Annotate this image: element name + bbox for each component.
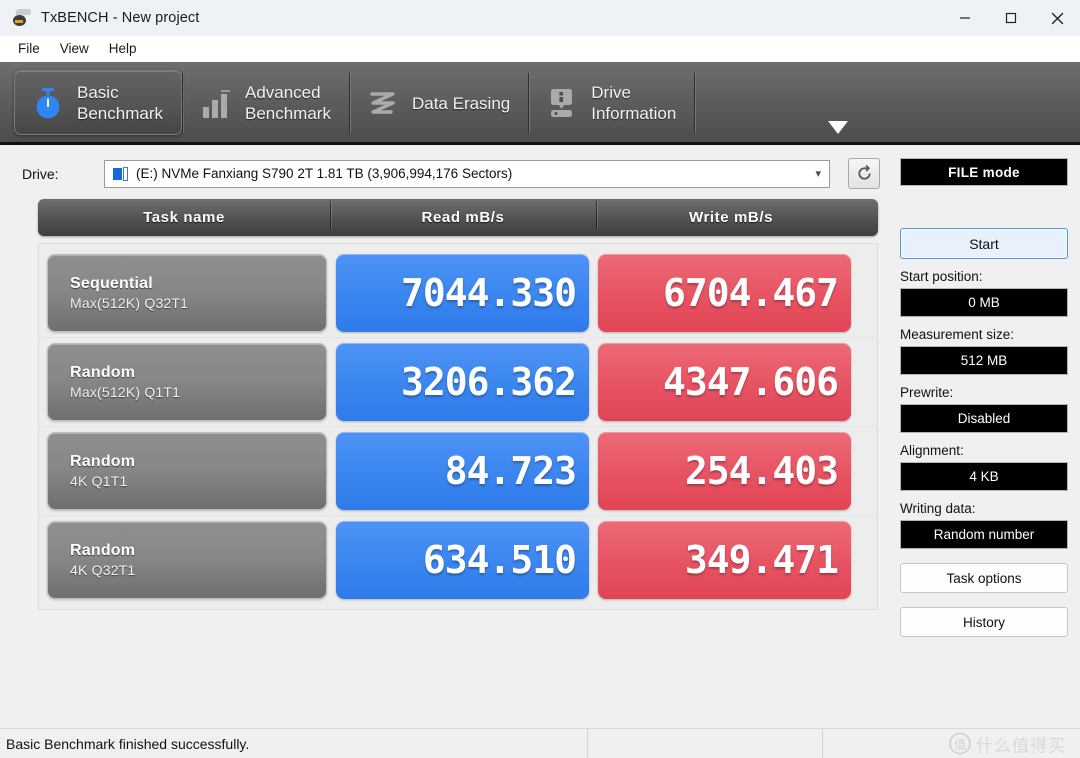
prewrite-label: Prewrite: <box>900 385 954 400</box>
results-table-header: Task name Read mB/s Write mB/s <box>38 199 878 236</box>
results-rows: Sequential Max(512K) Q32T1 7044.330 6704… <box>38 243 878 610</box>
writing-data-label: Writing data: <box>900 501 976 516</box>
alignment-label: Alignment: <box>900 443 964 458</box>
minimize-button[interactable] <box>942 0 988 36</box>
tab-data-erasing[interactable]: Data Erasing <box>350 67 528 139</box>
tab-basic-benchmark[interactable]: Basic Benchmark <box>14 70 182 135</box>
read-value: 634.510 <box>336 521 589 599</box>
start-position-value[interactable]: 0 MB <box>900 288 1068 317</box>
chevron-down-icon[interactable] <box>828 121 848 134</box>
disk-volume-icon <box>113 166 129 181</box>
column-header-write: Write mB/s <box>596 201 866 229</box>
measurement-size-label: Measurement size: <box>900 327 1015 342</box>
maximize-button[interactable] <box>988 0 1034 36</box>
write-value: 4347.606 <box>598 343 851 421</box>
prewrite-value[interactable]: Disabled <box>900 404 1068 433</box>
table-row[interactable]: Random Max(512K) Q1T1 3206.362 4347.606 <box>39 338 877 427</box>
refresh-icon <box>857 164 871 180</box>
mode-badge[interactable]: FILE mode <box>900 158 1068 186</box>
tab-basic-benchmark-label: Basic Benchmark <box>77 82 163 123</box>
menu-file[interactable]: File <box>8 38 50 59</box>
bar-chart-icon <box>199 85 233 121</box>
read-value: 3206.362 <box>336 343 589 421</box>
task-name-line2: 4K Q1T1 <box>70 472 128 489</box>
menu-bar: File View Help <box>0 36 1080 62</box>
table-row[interactable]: Random 4K Q1T1 84.723 254.403 <box>39 427 877 516</box>
stopwatch-icon <box>31 85 65 121</box>
write-value: 6704.467 <box>598 254 851 332</box>
column-header-read: Read mB/s <box>330 201 596 229</box>
read-value: 84.723 <box>336 432 589 510</box>
measurement-size-value[interactable]: 512 MB <box>900 346 1068 375</box>
refresh-drives-button[interactable] <box>848 158 880 189</box>
alignment-value[interactable]: 4 KB <box>900 462 1068 491</box>
drive-selected-value: (E:) NVMe Fanxiang S790 2T 1.81 TB (3,90… <box>136 166 513 181</box>
write-value: 349.471 <box>598 521 851 599</box>
task-name-line1: Random <box>70 452 136 470</box>
watermark-logo-icon: 值 <box>949 732 971 755</box>
options-sidebar: FILE mode Start Start position: 0 MB Mea… <box>892 145 1080 728</box>
menu-help[interactable]: Help <box>99 38 147 59</box>
close-button[interactable] <box>1034 0 1080 36</box>
tab-separator <box>694 73 696 133</box>
window-title: TxBENCH - New project <box>41 10 200 26</box>
task-name-cell: Sequential Max(512K) Q32T1 <box>47 254 327 332</box>
drive-selector-row: Drive: (E:) NVMe Fanxiang S790 2T 1.81 T… <box>0 145 892 199</box>
task-options-button[interactable]: Task options <box>900 563 1068 593</box>
start-button[interactable]: Start <box>900 228 1068 259</box>
app-icon <box>12 9 32 27</box>
zigzag-erase-icon <box>366 85 400 121</box>
task-name-line1: Sequential <box>70 274 153 292</box>
start-position-label: Start position: <box>900 269 983 284</box>
task-name-line1: Random <box>70 541 136 559</box>
history-button[interactable]: History <box>900 607 1068 637</box>
window-controls <box>942 0 1080 36</box>
task-name-cell: Random Max(512K) Q1T1 <box>47 343 327 421</box>
status-bar: Basic Benchmark finished successfully. 值… <box>0 728 1080 758</box>
menu-view[interactable]: View <box>50 38 99 59</box>
tab-data-erasing-label: Data Erasing <box>411 93 511 113</box>
task-name-cell: Random 4K Q32T1 <box>47 521 327 599</box>
writing-data-value[interactable]: Random number <box>900 520 1068 549</box>
tab-drive-information-label: Drive Information <box>591 83 677 123</box>
status-cell-2 <box>588 729 823 758</box>
drive-info-icon <box>545 85 579 121</box>
tab-advanced-benchmark[interactable]: Advanced Benchmark <box>183 67 349 139</box>
title-bar: TxBENCH - New project <box>0 0 1080 36</box>
task-name-cell: Random 4K Q1T1 <box>47 432 327 510</box>
column-header-task-name: Task name <box>143 209 225 226</box>
table-row[interactable]: Random 4K Q32T1 634.510 349.471 <box>39 516 877 604</box>
drive-select[interactable]: (E:) NVMe Fanxiang S790 2T 1.81 TB (3,90… <box>104 159 830 188</box>
txbench-window: TxBENCH - New project File View Help Bas… <box>0 0 1080 758</box>
watermark: 值 什么值得买 <box>949 731 1066 756</box>
read-value: 7044.330 <box>336 254 589 332</box>
tab-advanced-benchmark-label: Advanced Benchmark <box>244 83 331 123</box>
write-value: 254.403 <box>598 432 851 510</box>
drive-label: Drive: <box>22 165 59 182</box>
task-name-line2: Max(512K) Q32T1 <box>70 294 189 311</box>
watermark-text: 什么值得买 <box>976 736 1066 755</box>
table-row[interactable]: Sequential Max(512K) Q32T1 7044.330 6704… <box>39 249 877 338</box>
task-name-line2: Max(512K) Q1T1 <box>70 383 181 400</box>
tab-bar: Basic Benchmark Advanced Benchmark Data … <box>0 62 1080 145</box>
tab-drive-information[interactable]: Drive Information <box>529 67 694 139</box>
task-name-line2: 4K Q32T1 <box>70 561 136 578</box>
status-message: Basic Benchmark finished successfully. <box>0 729 588 758</box>
results-table: Task name Read mB/s Write mB/s Sequentia… <box>0 199 892 610</box>
task-name-line1: Random <box>70 363 136 381</box>
chevron-down-icon: ▾ <box>815 168 821 180</box>
main-content: Drive: (E:) NVMe Fanxiang S790 2T 1.81 T… <box>0 145 1080 728</box>
left-pane: Drive: (E:) NVMe Fanxiang S790 2T 1.81 T… <box>0 145 892 728</box>
